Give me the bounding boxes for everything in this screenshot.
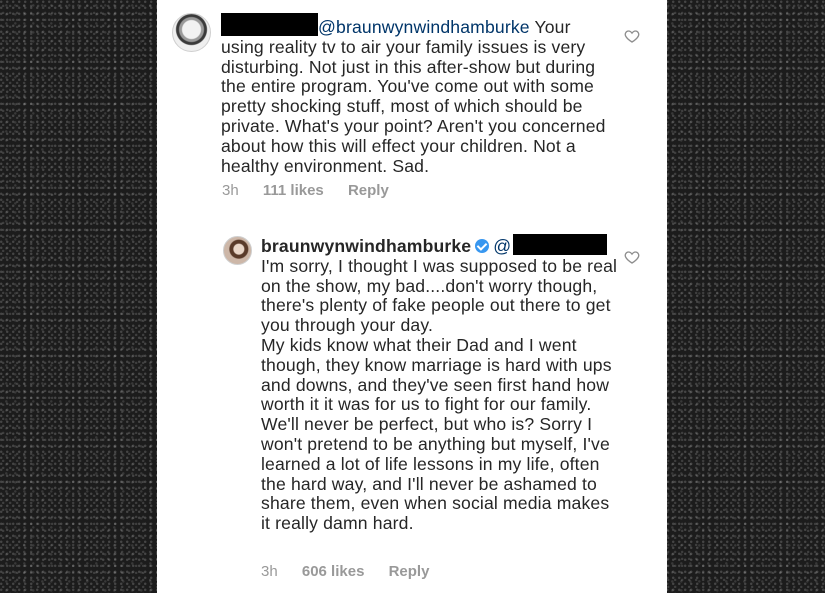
reply-time[interactable]: 3h [261, 563, 278, 580]
reply-username[interactable]: braunwynwindhamburke [261, 236, 471, 256]
heart-icon[interactable] [624, 249, 640, 265]
reply-body: braunwynwindhamburke @ I'm sorry, I thoug… [261, 234, 621, 534]
comment-time[interactable]: 3h [222, 182, 239, 199]
comment-body: @braunwynwindhamburke Your using reality… [221, 13, 621, 176]
reply-button[interactable]: Reply [348, 182, 389, 199]
reply-button[interactable]: Reply [389, 563, 430, 580]
verified-badge-icon [475, 239, 490, 253]
comment-meta: 3h 111 likes Reply [222, 182, 409, 199]
reply-mention-prefix[interactable]: @ [493, 236, 511, 256]
comment-likes[interactable]: 111 likes [263, 182, 324, 199]
redacted-username [221, 13, 318, 36]
mention-link[interactable]: @braunwynwindhamburke [318, 17, 530, 37]
comments-panel: @braunwynwindhamburke Your using reality… [157, 0, 667, 593]
reply-paragraph-1: I'm sorry, I thought I was supposed to b… [261, 255, 618, 336]
replier-avatar[interactable] [223, 236, 252, 265]
commenter-avatar[interactable] [172, 13, 211, 52]
heart-icon[interactable] [624, 28, 640, 44]
redacted-username [513, 234, 608, 255]
reply-likes[interactable]: 606 likes [302, 563, 365, 580]
comment-text: using reality tv to air your family issu… [221, 36, 606, 176]
comment-text-first: Your [529, 17, 571, 37]
reply-meta: 3h 606 likes Reply [261, 563, 449, 580]
reply-paragraph-2: My kids know what their Dad and I went t… [261, 334, 612, 534]
